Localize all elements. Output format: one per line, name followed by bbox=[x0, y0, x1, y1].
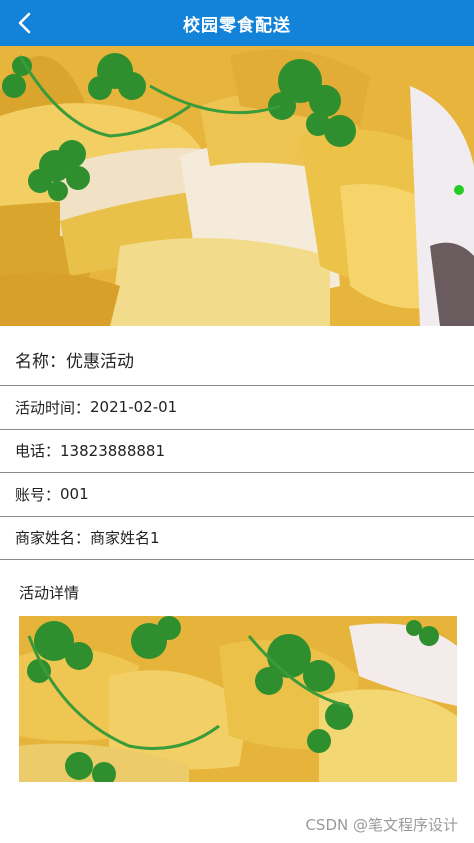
account-row: 账号： 001 bbox=[0, 473, 474, 517]
activity-time-value: 2021-02-01 bbox=[90, 398, 178, 417]
merchant-name-label: 商家姓名： bbox=[15, 529, 91, 548]
carousel-indicator-dot bbox=[454, 185, 464, 195]
phone-value: 13823888881 bbox=[60, 441, 165, 460]
watermark-text: CSDN @笔文程序设计 bbox=[305, 816, 458, 834]
back-button[interactable] bbox=[8, 6, 42, 40]
top-navigation-bar: 校园零食配送 bbox=[0, 0, 474, 46]
chevron-left-icon bbox=[18, 12, 31, 34]
merchant-name-value: 商家姓名1 bbox=[90, 529, 160, 548]
details-heading: 活动详情 bbox=[19, 584, 80, 602]
activity-banner-image[interactable] bbox=[0, 46, 474, 326]
page-title: 校园零食配送 bbox=[183, 15, 291, 36]
merchant-name-row: 商家姓名： 商家姓名1 bbox=[0, 516, 474, 560]
phone-label: 电话： bbox=[15, 442, 61, 461]
account-label: 账号： bbox=[15, 485, 61, 504]
activity-time-label: 活动时间： bbox=[15, 398, 91, 417]
activity-time-row: 活动时间： 2021-02-01 bbox=[0, 386, 474, 430]
activity-detail-page: 校园零食配送 名称： 优惠活动 活动时间： 2021-02-01 电话： 138… bbox=[0, 0, 474, 843]
phone-row: 电话： 13823888881 bbox=[0, 429, 474, 473]
activity-info-list: 名称： 优惠活动 活动时间： 2021-02-01 电话： 1382388888… bbox=[0, 334, 474, 560]
name-value: 优惠活动 bbox=[66, 352, 134, 372]
name-label: 名称： bbox=[15, 352, 66, 372]
activity-name-row: 名称： 优惠活动 bbox=[0, 334, 474, 386]
account-value: 001 bbox=[60, 485, 89, 504]
activity-detail-image bbox=[19, 616, 457, 782]
